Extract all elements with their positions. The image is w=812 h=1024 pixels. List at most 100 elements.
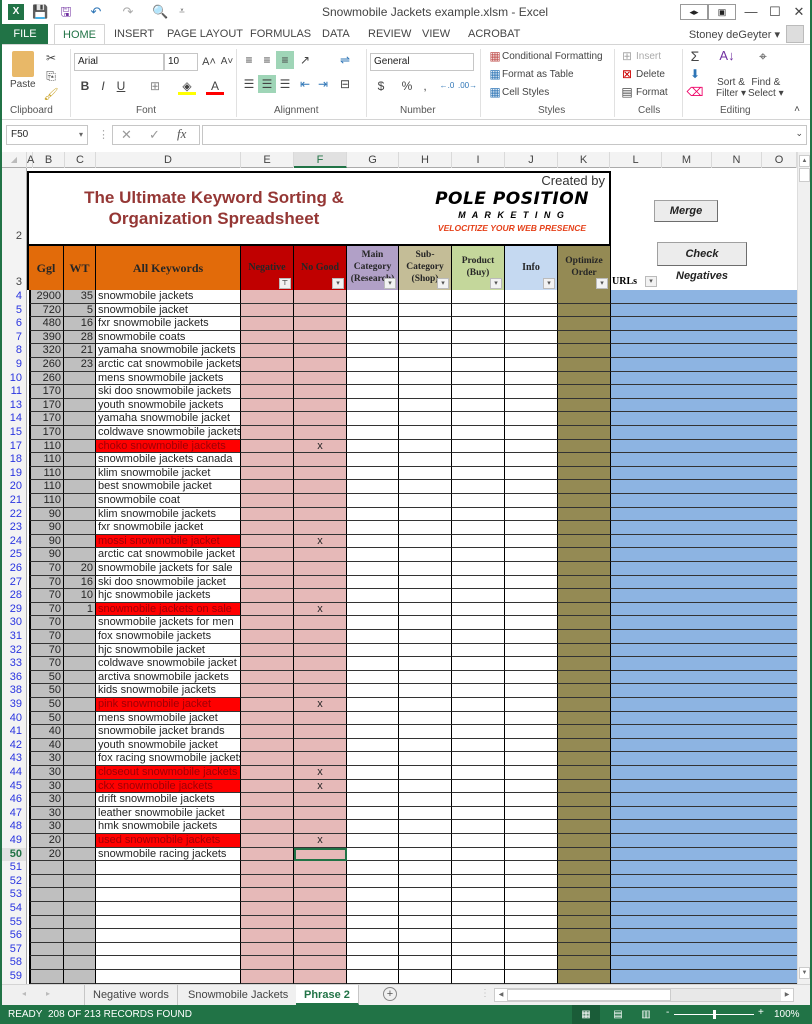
ribbon-display-icon[interactable]: ▣ bbox=[708, 4, 736, 20]
cell-keyword[interactable]: kids snowmobile jackets bbox=[96, 684, 241, 698]
column-header-k[interactable]: K bbox=[558, 152, 610, 168]
copy-icon[interactable]: ⎘ bbox=[42, 67, 60, 85]
cell-ggl[interactable]: 90 bbox=[29, 548, 64, 562]
cell-main-category[interactable] bbox=[347, 766, 399, 780]
align-middle-icon[interactable]: ≡ bbox=[258, 51, 276, 69]
scroll-thumb[interactable] bbox=[799, 168, 810, 182]
cell-no-good[interactable]: x bbox=[294, 779, 347, 794]
cell-product[interactable] bbox=[452, 507, 505, 522]
row-header[interactable]: 8 bbox=[2, 344, 26, 358]
cell-sub-category[interactable] bbox=[399, 480, 452, 494]
cell-ggl[interactable] bbox=[29, 888, 64, 902]
page-break-view-icon[interactable]: ▥ bbox=[636, 1005, 656, 1024]
cell-urls[interactable] bbox=[611, 534, 797, 549]
filter-dropdown-icon[interactable]: ▾ bbox=[490, 278, 502, 289]
cell-no-good[interactable]: x bbox=[294, 602, 347, 617]
cell-product[interactable] bbox=[452, 657, 505, 671]
cell-info[interactable] bbox=[505, 534, 558, 549]
cell-product[interactable] bbox=[452, 915, 505, 930]
cell-no-good[interactable] bbox=[294, 466, 347, 481]
cell-sub-category[interactable] bbox=[399, 371, 452, 386]
cell-ggl[interactable]: 70 bbox=[29, 643, 64, 658]
cell-keyword[interactable]: snowmobile jacket bbox=[96, 303, 241, 318]
cell-optimize-order[interactable] bbox=[558, 466, 611, 481]
cell-urls[interactable] bbox=[611, 834, 797, 848]
cell-urls[interactable] bbox=[611, 521, 797, 535]
cell-ggl[interactable] bbox=[29, 956, 64, 970]
scroll-up-icon[interactable]: ▲ bbox=[799, 155, 810, 167]
font-color-icon[interactable]: A bbox=[206, 77, 224, 95]
format-as-table-button[interactable]: Format as Table bbox=[502, 69, 574, 80]
cell-sub-category[interactable] bbox=[399, 548, 452, 562]
cell-keyword[interactable] bbox=[96, 915, 241, 930]
cell-main-category[interactable] bbox=[347, 439, 399, 454]
row-header[interactable]: 27 bbox=[2, 576, 26, 590]
sheet-tab-negative-words[interactable]: Negative words bbox=[84, 985, 178, 1005]
cell-optimize-order[interactable] bbox=[558, 725, 611, 739]
cell-wt[interactable] bbox=[64, 548, 96, 562]
column-header-c[interactable]: C bbox=[65, 152, 96, 168]
tab-review[interactable]: REVIEW bbox=[360, 24, 419, 44]
cell-main-category[interactable] bbox=[347, 698, 399, 712]
cell-info[interactable] bbox=[505, 521, 558, 535]
row-header[interactable]: 51 bbox=[2, 861, 26, 875]
cell-info[interactable] bbox=[505, 888, 558, 902]
cell-ggl[interactable]: 30 bbox=[29, 752, 64, 766]
cell-urls[interactable] bbox=[611, 602, 797, 617]
cell-info[interactable] bbox=[505, 453, 558, 467]
cell-urls[interactable] bbox=[611, 589, 797, 603]
cell-info[interactable] bbox=[505, 330, 558, 345]
cell-negative[interactable] bbox=[241, 562, 294, 576]
cell-optimize-order[interactable] bbox=[558, 507, 611, 522]
cell-product[interactable] bbox=[452, 902, 505, 916]
cell-wt[interactable] bbox=[64, 630, 96, 644]
cell-optimize-order[interactable] bbox=[558, 548, 611, 562]
cell-ggl[interactable]: 170 bbox=[29, 426, 64, 440]
cell-negative[interactable] bbox=[241, 902, 294, 916]
cell-ggl[interactable]: 480 bbox=[29, 317, 64, 331]
cell-product[interactable] bbox=[452, 290, 505, 304]
cell-urls[interactable] bbox=[611, 820, 797, 834]
format-painter-icon[interactable]: 🖌 bbox=[42, 85, 60, 103]
cell-ggl[interactable]: 170 bbox=[29, 398, 64, 413]
cell-optimize-order[interactable] bbox=[558, 766, 611, 780]
cell-keyword[interactable]: ski doo snowmobile jackets bbox=[96, 385, 241, 399]
cell-no-good[interactable] bbox=[294, 616, 347, 630]
cell-no-good[interactable] bbox=[294, 385, 347, 399]
cell-ggl[interactable] bbox=[29, 861, 64, 875]
merge-center-icon[interactable]: ⊟ bbox=[336, 75, 354, 93]
cell-no-good[interactable] bbox=[294, 548, 347, 562]
cell-info[interactable] bbox=[505, 643, 558, 658]
row-header[interactable]: 10 bbox=[2, 372, 26, 386]
column-header-h[interactable]: H bbox=[399, 152, 452, 168]
cell-info[interactable] bbox=[505, 902, 558, 916]
cell-main-category[interactable] bbox=[347, 738, 399, 753]
cell-product[interactable] bbox=[452, 806, 505, 821]
tab-view[interactable]: VIEW bbox=[414, 24, 458, 44]
cell-keyword[interactable]: ski doo snowmobile jacket bbox=[96, 575, 241, 590]
row-header[interactable]: 56 bbox=[2, 929, 26, 943]
cell-info[interactable] bbox=[505, 766, 558, 780]
maximize-icon[interactable]: ☐ bbox=[762, 2, 788, 22]
cell-optimize-order[interactable] bbox=[558, 643, 611, 658]
cell-ggl[interactable]: 90 bbox=[29, 521, 64, 535]
next-sheet-icon[interactable]: ▸ bbox=[46, 989, 50, 998]
filter-dropdown-icon[interactable]: ▾ bbox=[384, 278, 396, 289]
cell-keyword[interactable]: fxr snowmobile jackets bbox=[96, 317, 241, 331]
cell-optimize-order[interactable] bbox=[558, 385, 611, 399]
cell-urls[interactable] bbox=[611, 793, 797, 807]
cell-no-good[interactable] bbox=[294, 521, 347, 535]
selected-cell[interactable] bbox=[294, 847, 347, 862]
cell-sub-category[interactable] bbox=[399, 670, 452, 685]
cell-ggl[interactable]: 110 bbox=[29, 494, 64, 508]
cell-main-category[interactable] bbox=[347, 657, 399, 671]
cell-optimize-order[interactable] bbox=[558, 779, 611, 794]
cell-optimize-order[interactable] bbox=[558, 534, 611, 549]
cell-info[interactable] bbox=[505, 548, 558, 562]
cell-product[interactable] bbox=[452, 426, 505, 440]
cell-main-category[interactable] bbox=[347, 507, 399, 522]
cell-keyword[interactable]: closeout snowmobile jackets bbox=[96, 766, 241, 780]
cell-negative[interactable] bbox=[241, 589, 294, 603]
cell-ggl[interactable] bbox=[29, 874, 64, 889]
cell-product[interactable] bbox=[452, 630, 505, 644]
